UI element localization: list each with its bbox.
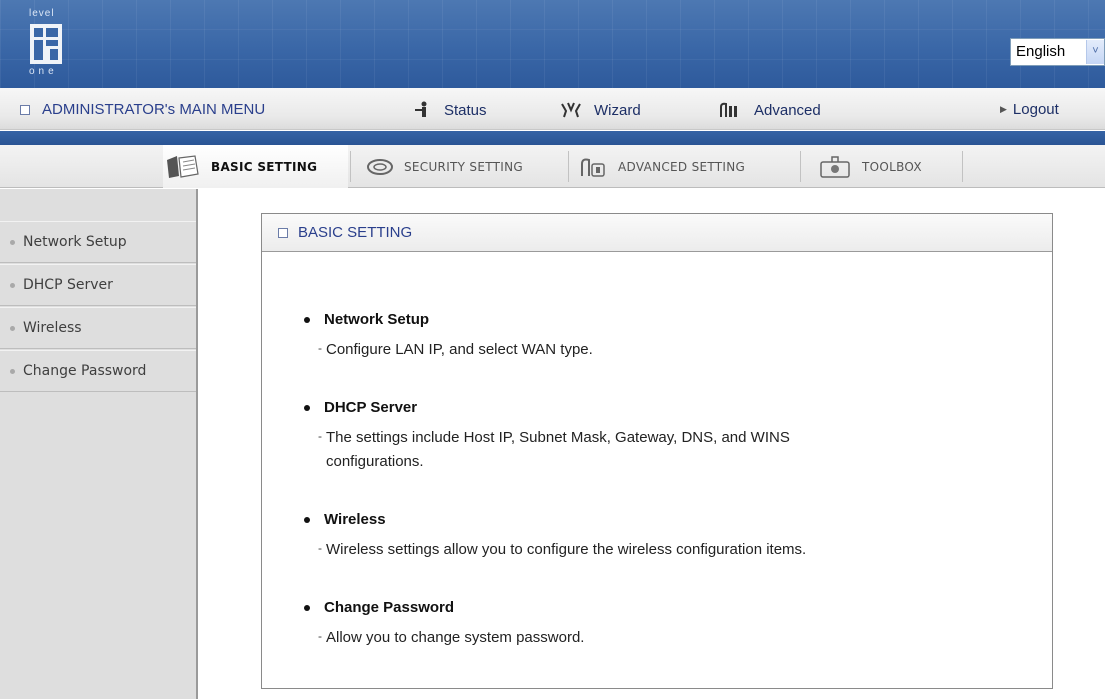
- logo-text-bottom: one: [29, 66, 58, 77]
- bullet-icon: [10, 239, 15, 245]
- tab-basic-setting[interactable]: BASIC SETTING: [163, 145, 348, 188]
- toolbox-icon: [820, 155, 850, 178]
- dash-icon: -: [318, 429, 322, 443]
- bullet-icon: [304, 404, 310, 411]
- panel-title: BASIC SETTING: [298, 224, 413, 241]
- folder-icon: [167, 154, 199, 178]
- sidebar-item-label: Network Setup: [23, 234, 127, 250]
- entry-description: - Configure LAN IP, and select WAN type.: [304, 338, 924, 362]
- tab-separator: [800, 151, 801, 182]
- dash-icon: -: [318, 341, 322, 355]
- tab-basic-label: BASIC SETTING: [211, 159, 318, 174]
- sidebar: Network Setup DHCP Server Wireless Chang…: [0, 189, 198, 699]
- bullet-icon: [10, 325, 15, 331]
- levelone-logo: level one: [26, 8, 80, 80]
- logout-link[interactable]: ▶ Logout: [1000, 101, 1059, 118]
- menu-divider-strip: [0, 131, 1105, 145]
- wizard-icon: [561, 102, 581, 118]
- logo-text-top: level: [29, 8, 55, 19]
- banner-pattern: [0, 0, 1105, 88]
- tab-security-setting[interactable]: SECURITY SETTING: [354, 145, 566, 188]
- entry-desc-line1: Configure LAN IP, and select WAN type.: [326, 341, 593, 358]
- sidebar-item-label: Wireless: [23, 320, 82, 336]
- entry-desc-line1: Allow you to change system password.: [326, 629, 585, 646]
- tab-separator: [350, 151, 351, 182]
- person-icon: [415, 101, 427, 117]
- settings-tab-bar: BASIC SETTING SECURITY SETTING ADVANCED …: [0, 145, 1105, 188]
- basic-setting-panel: BASIC SETTING Network Setup - Configure …: [261, 213, 1053, 689]
- lock-ring-icon: [367, 158, 393, 175]
- menu-status-link[interactable]: Status: [412, 101, 487, 119]
- main-menu-title: ADMINISTRATOR's MAIN MENU: [20, 101, 265, 118]
- arrow-right-icon: ▶: [1000, 104, 1007, 114]
- chevron-down-icon[interactable]: ˅: [1086, 40, 1104, 64]
- tab-toolbox-label: TOOLBOX: [862, 159, 922, 174]
- entry-description: - Allow you to change system password.: [304, 626, 924, 650]
- menu-wizard-link[interactable]: Wizard: [560, 101, 641, 119]
- entry-dhcp-server: DHCP Server - The settings include Host …: [304, 399, 924, 474]
- entry-change-password: Change Password - Allow you to change sy…: [304, 599, 924, 650]
- tab-separator: [568, 151, 569, 182]
- bullet-icon: [304, 604, 310, 611]
- tab-advanced-label: ADVANCED SETTING: [618, 159, 746, 174]
- square-bullet-icon: [278, 227, 288, 238]
- panel-header: BASIC SETTING: [262, 214, 1052, 252]
- entry-title-text: DHCP Server: [324, 399, 418, 416]
- entry-desc-line2: configurations.: [326, 453, 424, 470]
- main-menu-bar: ADMINISTRATOR's MAIN MENU Status Wizard …: [0, 88, 1105, 130]
- entry-desc-line1: The settings include Host IP, Subnet Mas…: [326, 429, 790, 446]
- entry-network-setup: Network Setup - Configure LAN IP, and se…: [304, 311, 924, 362]
- menu-advanced-label: Advanced: [754, 101, 821, 119]
- entry-title: DHCP Server: [304, 399, 924, 416]
- entry-description: - The settings include Host IP, Subnet M…: [304, 426, 924, 474]
- menu-advanced-link[interactable]: Advanced: [718, 101, 821, 119]
- sidebar-item-network-setup[interactable]: Network Setup: [0, 221, 196, 263]
- menu-wizard-label: Wizard: [594, 101, 641, 119]
- top-banner: level one English ˅: [0, 0, 1105, 88]
- sidebar-item-dhcp-server[interactable]: DHCP Server: [0, 264, 196, 306]
- entry-description: - Wireless settings allow you to configu…: [304, 538, 924, 562]
- sidebar-item-label: Change Password: [23, 363, 147, 379]
- entry-desc-line1: Wireless settings allow you to configure…: [326, 541, 807, 558]
- advanced-setting-icon: [581, 158, 605, 177]
- logout-label: Logout: [1012, 101, 1059, 118]
- menu-status-label: Status: [444, 101, 487, 119]
- entry-title: Change Password: [304, 599, 924, 616]
- sidebar-item-wireless[interactable]: Wireless: [0, 307, 196, 349]
- square-bullet-icon: [20, 104, 30, 115]
- bullet-icon: [304, 316, 310, 323]
- entry-title: Network Setup: [304, 311, 924, 328]
- tab-toolbox[interactable]: TOOLBOX: [804, 145, 960, 188]
- bullet-icon: [10, 282, 15, 288]
- main-menu-title-text: ADMINISTRATOR's MAIN MENU: [42, 101, 266, 118]
- dash-icon: -: [318, 541, 322, 555]
- bullet-icon: [10, 368, 15, 374]
- sidebar-item-change-password[interactable]: Change Password: [0, 350, 196, 392]
- tab-separator: [962, 151, 963, 182]
- sidebar-item-label: DHCP Server: [23, 277, 113, 293]
- entry-title-text: Network Setup: [324, 311, 430, 328]
- tab-security-label: SECURITY SETTING: [404, 159, 523, 174]
- entry-title-text: Change Password: [324, 599, 455, 616]
- bullet-icon: [304, 516, 310, 523]
- dash-icon: -: [318, 629, 322, 643]
- entry-wireless: Wireless - Wireless settings allow you t…: [304, 511, 924, 562]
- language-select[interactable]: English ˅: [1010, 38, 1105, 66]
- language-select-value: English: [1016, 43, 1066, 60]
- entry-title-text: Wireless: [324, 511, 386, 528]
- entry-title: Wireless: [304, 511, 924, 528]
- advanced-icon: [720, 102, 737, 117]
- tab-advanced-setting[interactable]: ADVANCED SETTING: [572, 145, 798, 188]
